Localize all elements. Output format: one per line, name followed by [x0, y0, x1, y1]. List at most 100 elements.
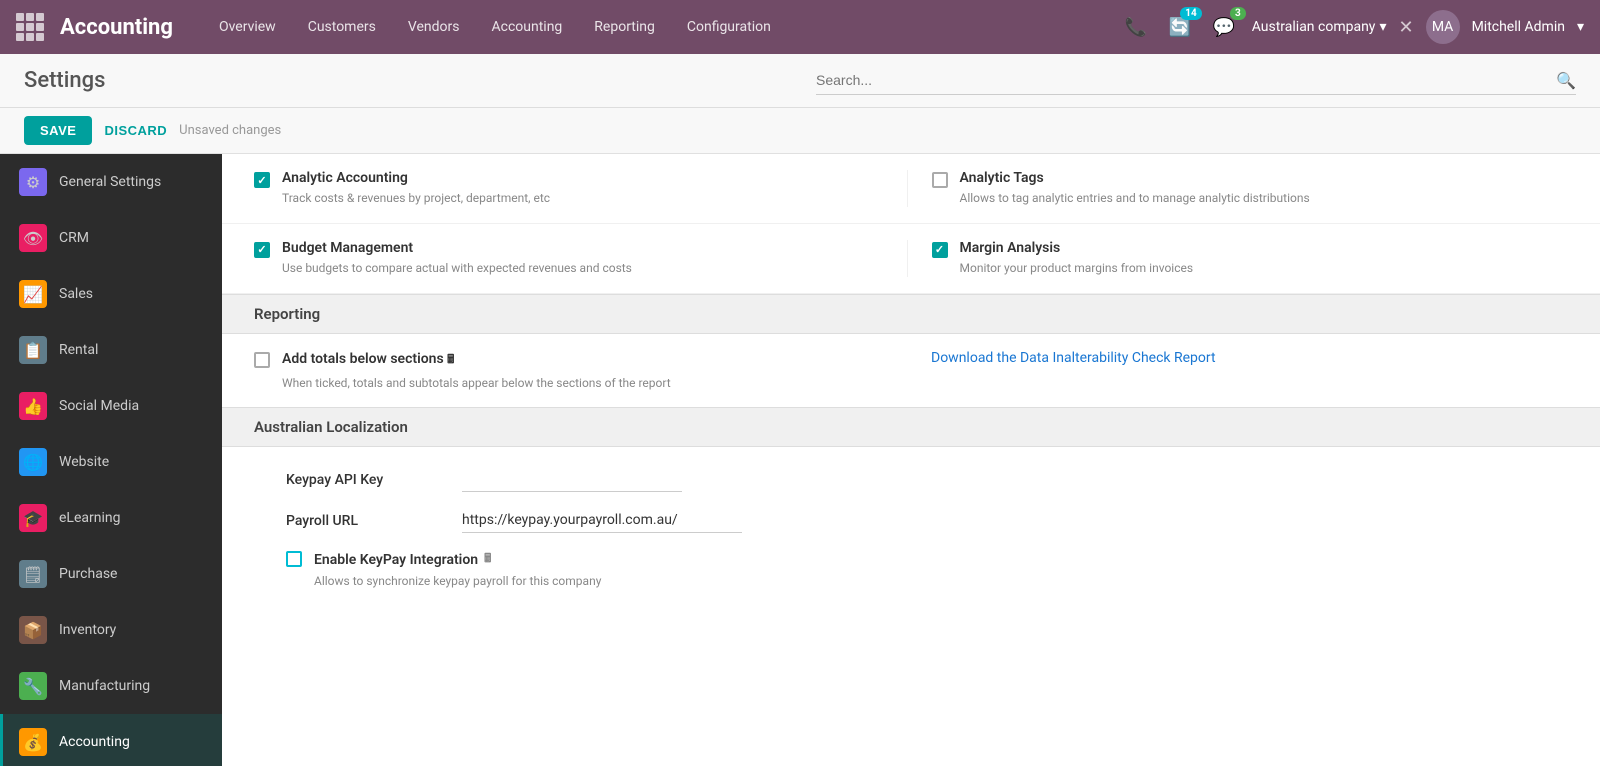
- company-name: Australian company: [1252, 19, 1376, 35]
- unsaved-changes-label: Unsaved changes: [179, 123, 281, 138]
- margin-analysis-checkbox[interactable]: [932, 242, 948, 258]
- sidebar-label-manufacturing: Manufacturing: [59, 678, 150, 694]
- activity-icon[interactable]: 🔄 14: [1164, 11, 1196, 43]
- add-totals-check[interactable]: [254, 352, 270, 368]
- brand-title: Accounting: [60, 15, 173, 40]
- keypay-api-input[interactable]: [462, 467, 682, 492]
- sidebar-item-purchase[interactable]: 🗒 Purchase: [0, 546, 222, 602]
- budget-management-check[interactable]: [254, 242, 270, 258]
- website-icon: 🌐: [19, 448, 47, 476]
- social-media-icon: 👍: [19, 392, 47, 420]
- margin-analysis-desc: Monitor your product margins from invoic…: [960, 260, 1194, 277]
- sidebar-item-general-settings[interactable]: ⚙ General Settings: [0, 154, 222, 210]
- keypay-api-row: Keypay API Key: [286, 467, 1568, 492]
- keypay-api-label: Keypay API Key: [286, 472, 446, 488]
- nav-overview[interactable]: Overview: [205, 13, 290, 41]
- sidebar-item-rental[interactable]: 📋 Rental: [0, 322, 222, 378]
- sidebar-label-general-settings: General Settings: [59, 174, 161, 190]
- enable-keypay-checkbox[interactable]: [286, 551, 302, 567]
- sidebar-item-sales[interactable]: 📈 Sales: [0, 266, 222, 322]
- enable-keypay-check[interactable]: [286, 551, 302, 567]
- budget-management-title: Budget Management: [282, 240, 632, 256]
- save-button[interactable]: SAVE: [24, 116, 92, 145]
- sidebar-item-social-media[interactable]: 👍 Social Media: [0, 378, 222, 434]
- sidebar-label-accounting: Accounting: [59, 734, 130, 750]
- activity-badge: 14: [1180, 7, 1201, 20]
- add-totals-info: Add totals below sections 🖩 When ticked,…: [282, 350, 671, 392]
- top-navbar: Accounting Overview Customers Vendors Ac…: [0, 0, 1600, 54]
- sidebar-label-sales: Sales: [59, 286, 93, 302]
- username[interactable]: Mitchell Admin: [1472, 19, 1565, 35]
- messages-icon[interactable]: 💬 3: [1208, 11, 1240, 43]
- action-bar: SAVE DISCARD Unsaved changes: [0, 108, 1600, 154]
- payroll-url-label: Payroll URL: [286, 513, 446, 529]
- budget-row: Budget Management Use budgets to compare…: [222, 224, 1600, 294]
- add-totals-icon: 🖩: [447, 352, 454, 366]
- analytic-tags-checkbox[interactable]: [932, 172, 948, 188]
- analytic-accounting-desc: Track costs & revenues by project, depar…: [282, 190, 550, 207]
- budget-management-info: Budget Management Use budgets to compare…: [282, 240, 632, 277]
- analytic-accounting-info: Analytic Accounting Track costs & revenu…: [282, 170, 550, 207]
- phone-icon[interactable]: 📞: [1120, 11, 1152, 43]
- close-icon[interactable]: ✕: [1398, 17, 1413, 38]
- enable-keypay-desc: Allows to synchronize keypay payroll for…: [314, 574, 1568, 588]
- margin-analysis-check[interactable]: [932, 242, 948, 258]
- sidebar-item-accounting[interactable]: 💰 Accounting: [0, 714, 222, 766]
- sidebar-label-crm: CRM: [59, 230, 89, 246]
- budget-management-checkbox[interactable]: [254, 242, 270, 258]
- reporting-row: Add totals below sections 🖩 When ticked,…: [222, 334, 1600, 408]
- purchase-icon: 🗒: [19, 560, 47, 588]
- nav-reporting[interactable]: Reporting: [580, 13, 669, 41]
- payroll-url-value: https://keypay.yourpayroll.com.au/: [462, 508, 742, 533]
- analytic-accounting-check[interactable]: [254, 172, 270, 188]
- nav-configuration[interactable]: Configuration: [673, 13, 785, 41]
- analytic-tags-desc: Allows to tag analytic entries and to ma…: [960, 190, 1310, 207]
- budget-management-col: Budget Management Use budgets to compare…: [254, 240, 891, 277]
- sidebar-item-crm[interactable]: 👁 CRM: [0, 210, 222, 266]
- apps-icon[interactable]: [16, 13, 44, 41]
- nav-accounting[interactable]: Accounting: [477, 13, 576, 41]
- payroll-url-row: Payroll URL https://keypay.yourpayroll.c…: [286, 508, 1568, 533]
- settings-content: Analytic Accounting Track costs & revenu…: [222, 154, 1600, 766]
- add-totals-checkbox[interactable]: [254, 352, 270, 368]
- add-totals-col: Add totals below sections 🖩 When ticked,…: [254, 350, 891, 392]
- margin-analysis-title: Margin Analysis: [960, 240, 1194, 256]
- avatar[interactable]: MA: [1426, 10, 1460, 44]
- sidebar-label-purchase: Purchase: [59, 566, 117, 582]
- enable-keypay-title: Enable KeyPay Integration 🖩: [314, 549, 1568, 570]
- sidebar-label-inventory: Inventory: [59, 622, 116, 638]
- manufacturing-icon: 🔧: [19, 672, 47, 700]
- sales-icon: 📈: [19, 280, 47, 308]
- reporting-section-header: Reporting: [222, 294, 1600, 334]
- external-link-icon: 🖩: [484, 549, 491, 570]
- add-totals-desc: When ticked, totals and subtotals appear…: [282, 375, 671, 392]
- company-selector[interactable]: Australian company ▾: [1252, 19, 1387, 35]
- inalterability-check-link[interactable]: Download the Data Inalterability Check R…: [931, 350, 1216, 366]
- nav-vendors[interactable]: Vendors: [394, 13, 474, 41]
- sidebar-item-manufacturing[interactable]: 🔧 Manufacturing: [0, 658, 222, 714]
- search-input[interactable]: [816, 66, 1556, 94]
- reporting-link-col: Download the Data Inalterability Check R…: [907, 350, 1568, 366]
- discard-button[interactable]: DISCARD: [104, 123, 167, 138]
- enable-keypay-info: Enable KeyPay Integration 🖩 Allows to sy…: [314, 549, 1568, 588]
- nav-customers[interactable]: Customers: [294, 13, 390, 41]
- navbar-right: 📞 🔄 14 💬 3 Australian company ▾ ✕ MA Mit…: [1120, 10, 1584, 44]
- navbar-menu: Overview Customers Vendors Accounting Re…: [205, 13, 1112, 41]
- sidebar-label-website: Website: [59, 454, 109, 470]
- analytic-accounting-checkbox[interactable]: [254, 172, 270, 188]
- elearning-icon: 🎓: [19, 504, 47, 532]
- sidebar-label-rental: Rental: [59, 342, 98, 358]
- inventory-icon: 📦: [19, 616, 47, 644]
- sidebar-label-elearning: eLearning: [59, 510, 120, 526]
- rental-icon: 📋: [19, 336, 47, 364]
- general-settings-icon: ⚙: [19, 168, 47, 196]
- enable-keypay-row: Enable KeyPay Integration 🖩 Allows to sy…: [286, 549, 1568, 588]
- localization-section-title: Australian Localization: [254, 418, 408, 436]
- sidebar-item-inventory[interactable]: 📦 Inventory: [0, 602, 222, 658]
- analytic-tags-check[interactable]: [932, 172, 948, 188]
- sidebar-item-website[interactable]: 🌐 Website: [0, 434, 222, 490]
- sidebar-label-social-media: Social Media: [59, 398, 139, 414]
- analytic-accounting-col: Analytic Accounting Track costs & revenu…: [254, 170, 891, 207]
- search-icon[interactable]: 🔍: [1556, 71, 1576, 90]
- sidebar-item-elearning[interactable]: 🎓 eLearning: [0, 490, 222, 546]
